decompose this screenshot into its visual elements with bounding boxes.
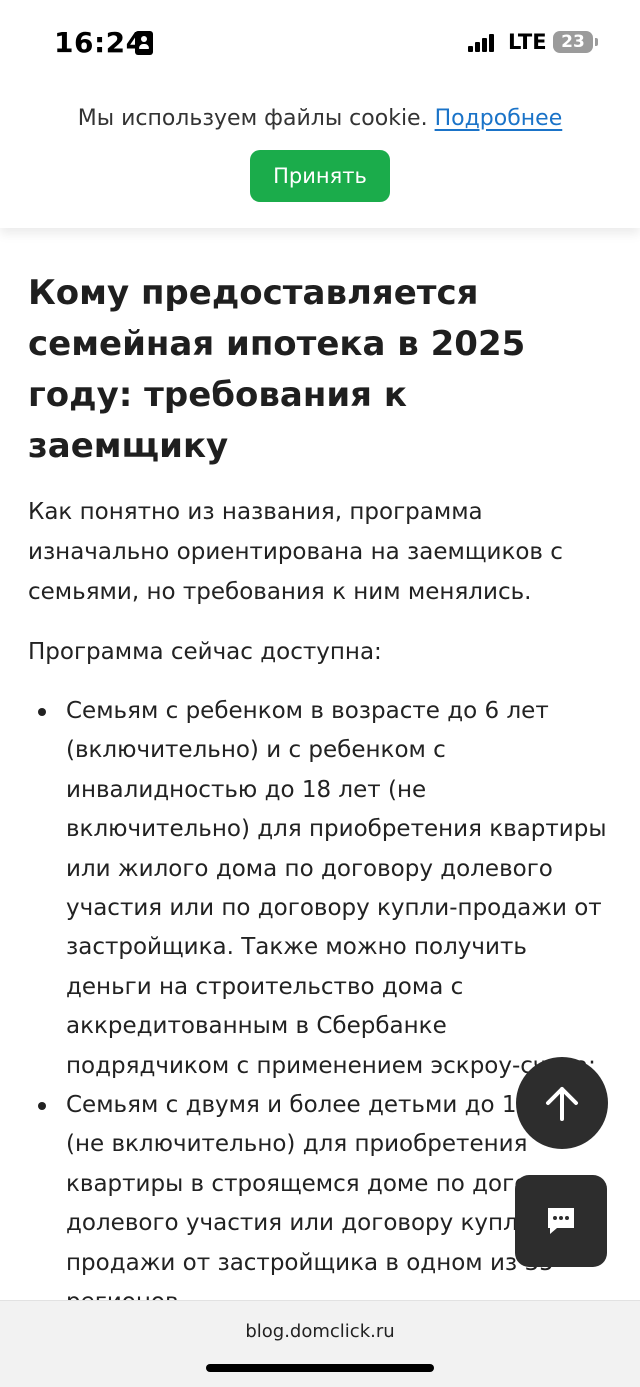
status-time: 16:24: [54, 26, 146, 59]
accept-cookies-button[interactable]: Принять: [250, 150, 390, 202]
scroll-to-top-button[interactable]: [516, 1057, 608, 1149]
signal-icon: [468, 32, 502, 52]
cookie-details-link[interactable]: Подробнее: [435, 106, 563, 131]
status-bar: 16:24 LTE 23: [0, 0, 640, 88]
article-lead: Программа сейчас доступна:: [28, 639, 382, 665]
cookie-message: Мы используем файлы cookie. Подробнее: [0, 106, 640, 131]
home-indicator[interactable]: [206, 1364, 434, 1372]
arrow-up-icon: [546, 1087, 578, 1121]
article: Кому предоставляется семейная ипотека в …: [28, 268, 613, 1323]
portrait-lock-icon: [135, 31, 153, 55]
cookie-text: Мы используем файлы cookie.: [77, 106, 428, 131]
cookie-banner: Мы используем файлы cookie. Подробнее Пр…: [0, 88, 640, 228]
browser-address-bar[interactable]: blog.domclick.ru: [0, 1300, 640, 1387]
battery-icon: 23: [553, 31, 598, 53]
article-title: Кому предоставляется семейная ипотека в …: [28, 273, 526, 466]
article-intro: Как понятно из названия, программа изнач…: [28, 499, 563, 605]
list-item: Семьям с ребенком в возрасте до 6 лет (в…: [28, 692, 613, 1086]
chat-button[interactable]: [515, 1175, 607, 1267]
network-type: LTE: [508, 30, 547, 54]
url-text[interactable]: blog.domclick.ru: [0, 1321, 640, 1342]
chat-bubble-icon: [548, 1208, 574, 1234]
